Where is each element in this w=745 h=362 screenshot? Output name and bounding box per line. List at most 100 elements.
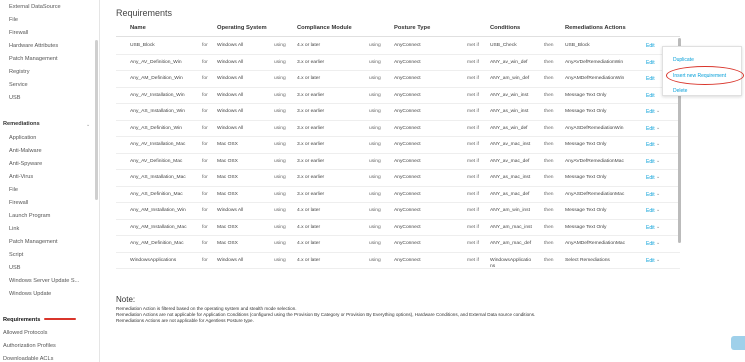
edit-link[interactable]: Edit bbox=[646, 142, 655, 148]
cell-using-keyword: using bbox=[274, 76, 286, 81]
sidebar-scrollbar[interactable] bbox=[95, 40, 98, 200]
sidebar-item-wsus[interactable]: Windows Server Update S... bbox=[9, 278, 79, 284]
cell-then-keyword: then bbox=[544, 76, 554, 81]
row-menu-chevron-icon[interactable]: ⌄ bbox=[656, 141, 660, 147]
sidebar-item-firewall[interactable]: Firewall bbox=[9, 30, 28, 36]
sidebar-item-usb[interactable]: USB bbox=[9, 95, 21, 101]
edit-link[interactable]: Edit bbox=[646, 192, 655, 198]
menu-item-duplicate[interactable]: Duplicate bbox=[673, 57, 694, 63]
sidebar-item-service[interactable]: Service bbox=[9, 82, 28, 88]
row-menu-chevron-icon[interactable]: ⌄ bbox=[656, 240, 660, 246]
cell-remediation: AnyAMDefRemediationMac bbox=[565, 241, 626, 246]
cell-metif-keyword: met if bbox=[467, 175, 479, 180]
row-menu-chevron-icon[interactable]: ⌄ bbox=[656, 174, 660, 180]
sidebar-item-firewall[interactable]: Firewall bbox=[9, 200, 28, 206]
sidebar-item-file[interactable]: File bbox=[9, 187, 18, 193]
edit-link[interactable]: Edit bbox=[646, 76, 655, 82]
cell-compliance-module: 3.x or earlier bbox=[297, 59, 325, 65]
cell-condition: ANY_as_mac_def bbox=[490, 191, 530, 197]
cell-os: Windows All bbox=[217, 43, 244, 48]
edit-link[interactable]: Edit bbox=[646, 43, 655, 49]
row-menu-chevron-icon[interactable]: ⌄ bbox=[656, 191, 660, 197]
sidebar-item-usb[interactable]: USB bbox=[9, 265, 21, 271]
table-row: Any_AS_Definition_Win for Windows All using… bbox=[116, 121, 680, 137]
note-line: Remediation Action is filtered based on … bbox=[116, 306, 297, 311]
row-menu-chevron-icon[interactable]: ⌄ bbox=[656, 207, 660, 213]
sidebar-item-downloadable-acls[interactable]: Downloadable ACLs bbox=[3, 356, 53, 362]
row-menu-chevron-icon[interactable]: ⌄ bbox=[656, 108, 660, 114]
cell-name: WindowsApplications bbox=[130, 257, 177, 263]
sidebar-item-patch-management[interactable]: Patch Management bbox=[9, 239, 58, 245]
cell-posture-type: AnyConnect bbox=[394, 158, 421, 164]
sidebar-item-patch-management[interactable]: Patch Management bbox=[9, 56, 58, 62]
sidebar-item-hardware-attributes[interactable]: Hardware Attributes bbox=[9, 43, 58, 49]
cell-remediation: Message Text Only bbox=[565, 109, 607, 114]
menu-item-delete[interactable]: Delete bbox=[673, 88, 687, 94]
edit-link[interactable]: Edit bbox=[646, 225, 655, 231]
table-row: WindowsApplications for Windows All using 4.… bbox=[116, 253, 680, 269]
sidebar-item-file[interactable]: File bbox=[9, 17, 18, 23]
row-menu-chevron-icon[interactable]: ⌄ bbox=[656, 224, 660, 230]
table-row: USB_Block for Windows All using 4.x or later… bbox=[116, 38, 680, 55]
cell-posture-type: AnyConnect bbox=[394, 257, 421, 263]
cell-using-keyword: using bbox=[274, 257, 286, 263]
edit-link[interactable]: Edit bbox=[646, 60, 655, 66]
cell-for-keyword: for bbox=[202, 241, 208, 246]
cell-metif-keyword: met if bbox=[467, 109, 479, 114]
row-menu-chevron-icon[interactable]: ⌄ bbox=[656, 158, 660, 164]
table-row: Any_AM_Definition_Mac for Mac OSX using 4.x … bbox=[116, 236, 680, 253]
row-menu-chevron-icon[interactable]: ⌄ bbox=[656, 125, 660, 131]
note-title: Note: bbox=[116, 295, 136, 304]
cell-using-keyword: using bbox=[274, 109, 286, 114]
sidebar-item-anti-virus[interactable]: Anti-Virus bbox=[9, 174, 33, 180]
sidebar-item-windows-update[interactable]: Windows Update bbox=[9, 291, 51, 297]
sidebar-item-registry[interactable]: Registry bbox=[9, 69, 30, 75]
cell-posture-type: AnyConnect bbox=[394, 43, 421, 48]
sidebar-item-launch-program[interactable]: Launch Program bbox=[9, 213, 50, 219]
sidebar-item-external-datasource[interactable]: External DataSource bbox=[9, 4, 61, 10]
sidebar-item-link[interactable]: Link bbox=[9, 226, 19, 232]
sidebar-item-allowed-protocols[interactable]: Allowed Protocols bbox=[3, 330, 47, 336]
edit-link[interactable]: Edit bbox=[646, 109, 655, 115]
sidebar-section-remediations[interactable]: Remediations bbox=[3, 121, 40, 127]
cell-for-keyword: for bbox=[202, 257, 208, 263]
cell-os: Windows All bbox=[217, 257, 244, 263]
edit-link[interactable]: Edit bbox=[646, 126, 655, 132]
cell-then-keyword: then bbox=[544, 191, 554, 197]
cell-os: Windows All bbox=[217, 109, 244, 114]
edit-link[interactable]: Edit bbox=[646, 241, 655, 247]
cell-using-keyword: using bbox=[369, 76, 381, 81]
edit-link[interactable]: Edit bbox=[646, 208, 655, 214]
row-menu-chevron-icon[interactable]: ⌄ bbox=[656, 257, 660, 263]
edit-link[interactable]: Edit bbox=[646, 93, 655, 99]
cell-name: Any_AS_Definition_Win bbox=[130, 125, 182, 131]
cell-using-keyword: using bbox=[274, 224, 286, 230]
cell-for-keyword: for bbox=[202, 43, 208, 48]
cell-posture-type: AnyConnect bbox=[394, 241, 421, 246]
sidebar-item-authorization-profiles[interactable]: Authorization Profiles bbox=[3, 343, 56, 349]
cell-metif-keyword: met if bbox=[467, 241, 479, 246]
table-row: Any_AS_Installation_Win for Windows All usi… bbox=[116, 104, 680, 121]
cell-using-keyword: using bbox=[369, 43, 381, 48]
sidebar-item-requirements[interactable]: Requirements bbox=[3, 317, 40, 323]
sidebar-item-anti-spyware[interactable]: Anti-Spyware bbox=[9, 161, 42, 167]
edit-link[interactable]: Edit bbox=[646, 159, 655, 165]
cell-compliance-module: 3.x or earlier bbox=[297, 125, 325, 131]
cell-os: Mac OSX bbox=[217, 142, 238, 147]
cell-posture-type: AnyConnect bbox=[394, 92, 421, 98]
corner-action-button[interactable] bbox=[731, 336, 745, 350]
cell-for-keyword: for bbox=[202, 191, 208, 197]
sidebar-item-application[interactable]: Application bbox=[9, 135, 36, 141]
sidebar-item-anti-malware[interactable]: Anti-Malware bbox=[9, 148, 42, 154]
cell-condition: ANY_av_win_inst bbox=[490, 92, 529, 98]
cell-compliance-module: 4.x or later bbox=[297, 43, 321, 48]
edit-link[interactable]: Edit bbox=[646, 175, 655, 181]
cell-condition: ANY_as_mac_inst bbox=[490, 175, 531, 180]
cell-using-keyword: using bbox=[369, 208, 381, 213]
cell-metif-keyword: met if bbox=[467, 191, 479, 197]
sidebar-item-script[interactable]: Script bbox=[9, 252, 23, 258]
table-row: Any_AM_Definition_Win for Windows All using… bbox=[116, 71, 680, 88]
chevron-down-icon[interactable]: ⌄ bbox=[86, 122, 90, 128]
edit-link[interactable]: Edit bbox=[646, 258, 655, 264]
note-line: Remediation Actions are not applicable f… bbox=[116, 312, 536, 317]
